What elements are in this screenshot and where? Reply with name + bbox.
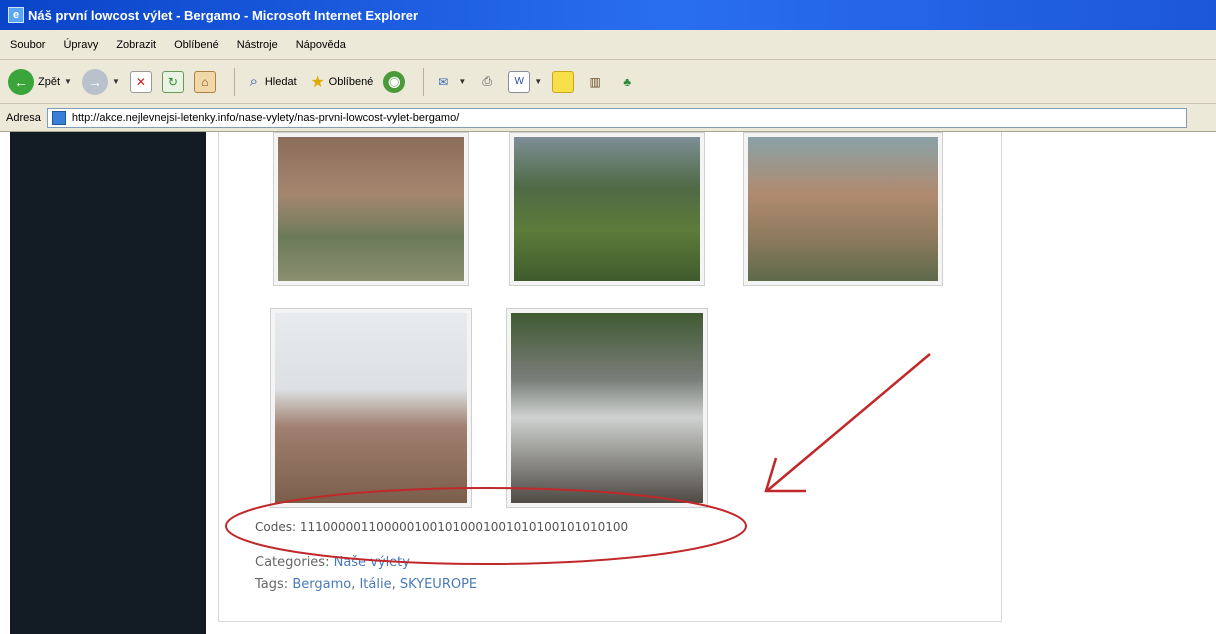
menu-item-tools[interactable]: Nástroje bbox=[237, 39, 278, 51]
menu-item-favorites[interactable]: Oblíbené bbox=[174, 39, 219, 51]
address-bar: Adresa http://akce.nejlevnejsi-letenky.i… bbox=[0, 104, 1216, 132]
tags-label: Tags: bbox=[255, 577, 289, 592]
tags-line: Tags: Bergamo, Itálie, SKYEUROPE bbox=[255, 577, 478, 592]
window-title-bar: e Náš první lowcost výlet - Bergamo - Mi… bbox=[0, 0, 1216, 30]
address-input[interactable]: http://akce.nejlevnejsi-letenky.info/nas… bbox=[46, 107, 1187, 128]
home-icon: ⌂ bbox=[193, 70, 216, 93]
forward-arrow-icon: → bbox=[81, 68, 108, 95]
menu-item-view[interactable]: Zobrazit bbox=[116, 39, 156, 51]
post-body: Codes: 111000001100000100101000100101010… bbox=[218, 132, 1002, 622]
gallery-thumbnail[interactable] bbox=[270, 308, 472, 508]
favorites-label: Oblíbené bbox=[328, 75, 374, 88]
categories-label: Categories: bbox=[255, 555, 330, 570]
chevron-down-icon[interactable]: ▼ bbox=[534, 77, 542, 86]
favorites-button[interactable]: ★ Oblíbené bbox=[307, 71, 374, 93]
codes-line: Codes: 111000001100000100101000100101010… bbox=[255, 520, 629, 534]
toolbar-separator bbox=[233, 67, 235, 96]
print-button[interactable]: ⎙ bbox=[476, 71, 498, 93]
photo-town-view bbox=[748, 137, 938, 281]
home-button[interactable]: ⌂ bbox=[193, 70, 216, 93]
star-icon: ★ bbox=[310, 73, 325, 91]
gallery-thumbnail[interactable] bbox=[506, 308, 708, 508]
chevron-down-icon[interactable]: ▼ bbox=[458, 77, 466, 86]
gallery-thumbnail[interactable] bbox=[509, 132, 705, 286]
window-title: Náš první lowcost výlet - Bergamo - Micr… bbox=[28, 7, 419, 23]
menu-item-edit[interactable]: Úpravy bbox=[63, 39, 98, 51]
page-content: Codes: 111000001100000100101000100101010… bbox=[0, 132, 1216, 634]
mail-icon: ✉ bbox=[438, 74, 449, 89]
page-icon bbox=[51, 110, 66, 125]
photo-cannon bbox=[511, 313, 703, 503]
messenger-icon: ♣ bbox=[623, 74, 632, 89]
tag-link[interactable]: SKYEUROPE bbox=[400, 577, 477, 592]
word-edit-icon: W bbox=[508, 70, 531, 93]
gallery-thumbnail[interactable] bbox=[743, 132, 943, 286]
refresh-button[interactable]: ↻ bbox=[161, 70, 184, 93]
gallery-thumbnail[interactable] bbox=[273, 132, 469, 286]
menu-bar: Soubor Úpravy Zobrazit Oblíbené Nástroje… bbox=[0, 30, 1216, 60]
messenger-button[interactable]: ♣ bbox=[616, 71, 638, 93]
stop-button[interactable]: ✕ bbox=[129, 70, 152, 93]
search-button[interactable]: ⌕ Hledat bbox=[243, 71, 297, 93]
research-icon: ▥ bbox=[589, 74, 601, 89]
back-button[interactable]: ← Zpět ▼ bbox=[8, 68, 72, 95]
left-sidebar bbox=[10, 132, 206, 634]
categories-line: Categories: Naše výlety bbox=[255, 555, 410, 570]
toolbar: ← Zpět ▼ → ▼ ✕ ↻ ⌂ ⌕ Hledat ★ Oblíbené ◉… bbox=[0, 60, 1216, 104]
search-icon: ⌕ bbox=[249, 73, 259, 90]
media-button[interactable]: ◉ bbox=[383, 70, 406, 93]
forward-button[interactable]: → ▼ bbox=[81, 68, 120, 95]
photo-church bbox=[278, 137, 464, 281]
stop-icon: ✕ bbox=[129, 70, 152, 93]
media-icon: ◉ bbox=[383, 70, 406, 93]
menu-item-file[interactable]: Soubor bbox=[10, 39, 45, 51]
category-link[interactable]: Naše výlety bbox=[334, 555, 410, 570]
search-label: Hledat bbox=[264, 75, 297, 88]
note-icon bbox=[552, 70, 575, 93]
edit-button[interactable]: W ▼ bbox=[508, 70, 542, 93]
chevron-down-icon[interactable]: ▼ bbox=[64, 77, 72, 86]
tag-link[interactable]: Itálie bbox=[359, 577, 391, 592]
tag-link[interactable]: Bergamo bbox=[292, 577, 351, 592]
back-label: Zpět bbox=[38, 75, 61, 88]
photo-valley bbox=[514, 137, 700, 281]
ie-logo-icon: e bbox=[8, 7, 24, 23]
toolbar-separator bbox=[423, 67, 425, 96]
refresh-icon: ↻ bbox=[161, 70, 184, 93]
research-button[interactable]: ▥ bbox=[584, 71, 606, 93]
print-icon: ⎙ bbox=[482, 74, 493, 88]
chevron-down-icon[interactable]: ▼ bbox=[112, 77, 120, 86]
photo-rooftops bbox=[275, 313, 467, 503]
address-url: http://akce.nejlevnejsi-letenky.info/nas… bbox=[71, 111, 460, 124]
menu-item-help[interactable]: Nápověda bbox=[296, 39, 346, 51]
address-label: Adresa bbox=[6, 111, 41, 124]
back-arrow-icon: ← bbox=[8, 68, 34, 95]
notes-button[interactable] bbox=[552, 70, 575, 93]
mail-button[interactable]: ✉ ▼ bbox=[432, 71, 466, 93]
